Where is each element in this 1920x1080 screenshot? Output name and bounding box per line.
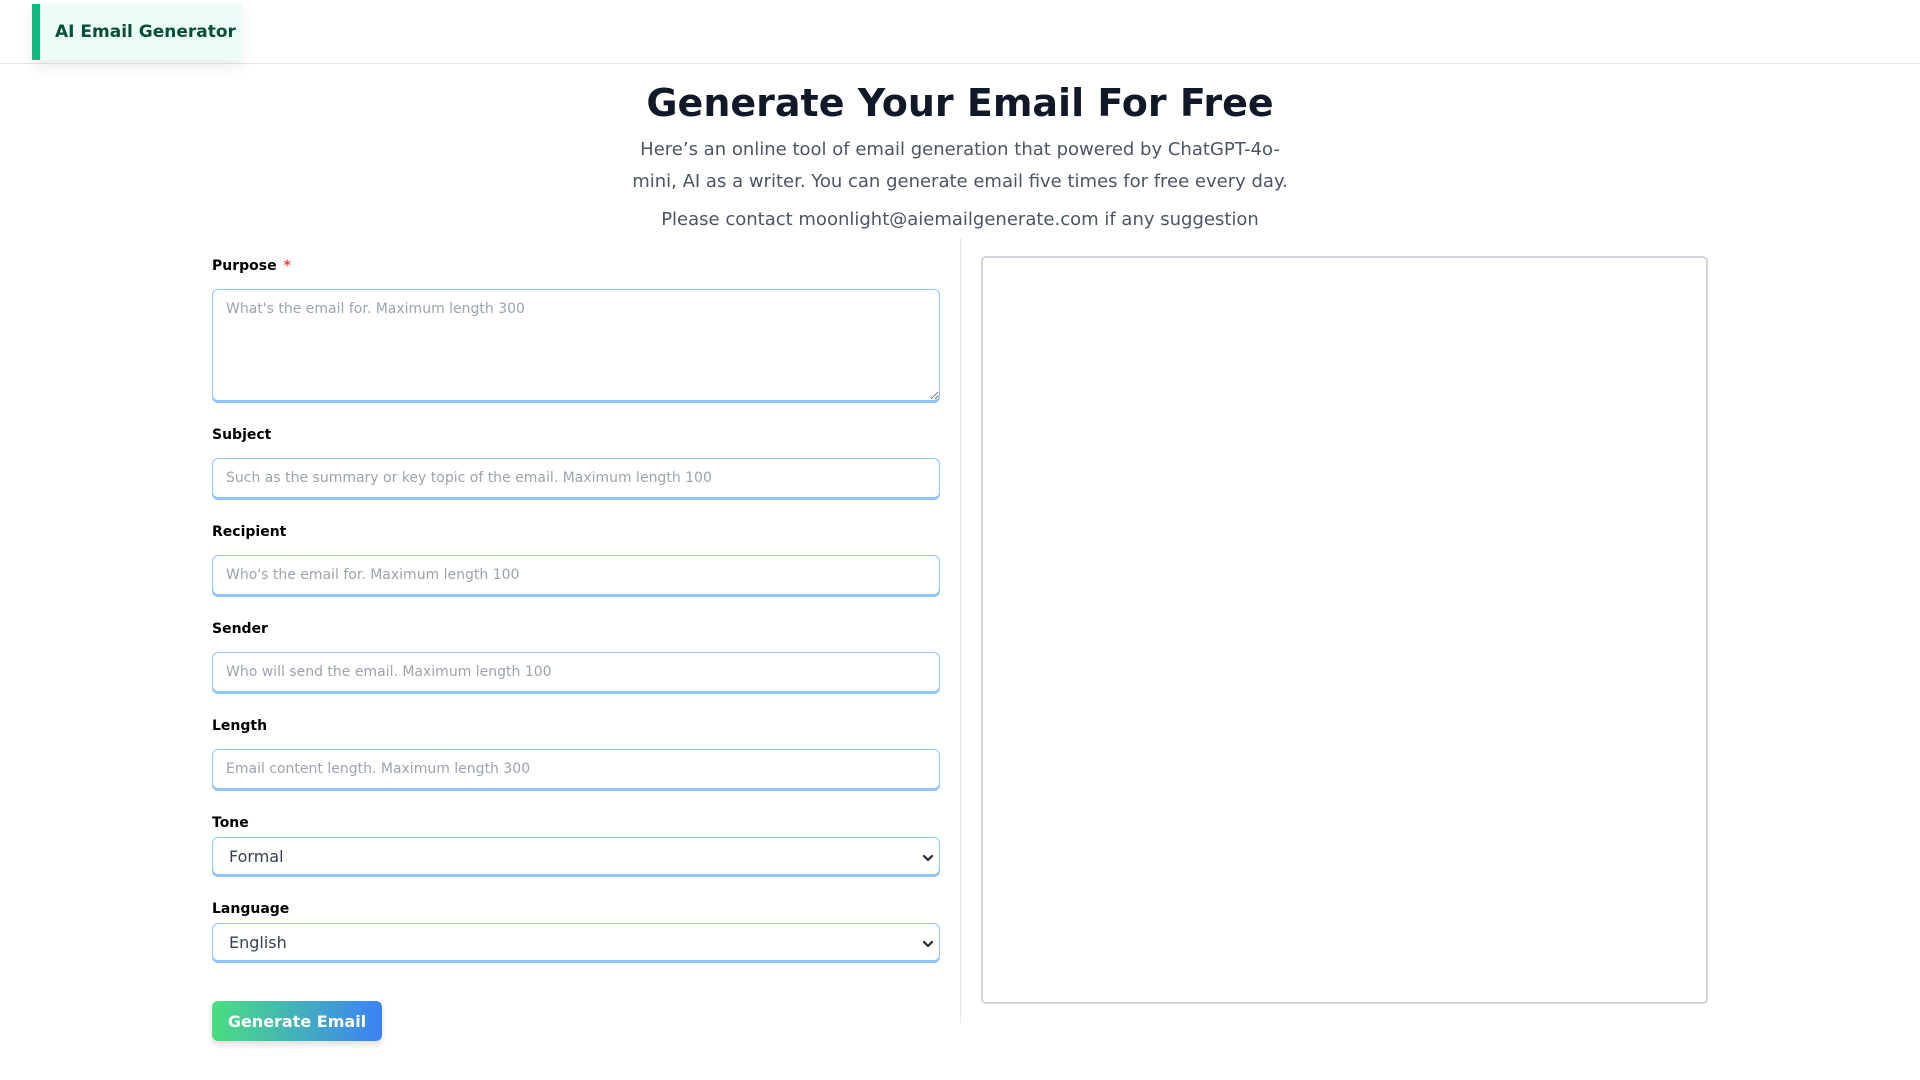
tone-label: Tone (212, 815, 249, 831)
email-form: Purpose * Subject Recipient Sender Lengt… (212, 256, 940, 1041)
language-label: Language (212, 901, 290, 917)
subject-group: Subject (212, 425, 940, 498)
hero-section: Generate Your Email For Free Here’s an o… (0, 78, 1920, 234)
page-title: Generate Your Email For Free (646, 81, 1274, 125)
recipient-label: Recipient (212, 524, 287, 540)
length-group: Length (212, 716, 940, 789)
tone-select[interactable]: Formal (212, 837, 940, 875)
sender-group: Sender (212, 619, 940, 692)
purpose-label-text: Purpose (212, 258, 277, 274)
sender-label: Sender (212, 621, 268, 637)
brand-logo-link[interactable]: AI Email Generator (32, 4, 242, 60)
language-select-wrapper: English (212, 923, 940, 961)
top-navbar: AI Email Generator (0, 0, 1920, 64)
required-marker: * (283, 258, 291, 274)
tone-select-wrapper: Formal (212, 837, 940, 875)
column-divider (960, 238, 961, 1023)
purpose-label: Purpose * (212, 256, 940, 276)
subject-label: Subject (212, 427, 272, 443)
length-label: Length (212, 718, 268, 734)
purpose-group: Purpose * (212, 256, 940, 401)
generate-email-button[interactable]: Generate Email (212, 1001, 382, 1041)
language-group: Language English (212, 899, 940, 961)
purpose-textarea[interactable] (212, 289, 940, 401)
generated-email-output[interactable] (981, 256, 1708, 1004)
recipient-group: Recipient (212, 522, 940, 595)
contact-text: Please contact moonlight@aiemailgenerate… (661, 209, 1259, 230)
recipient-input[interactable] (212, 555, 940, 595)
tone-group: Tone Formal (212, 813, 940, 875)
page-description: Here’s an online tool of email generatio… (632, 139, 1288, 192)
sender-input[interactable] (212, 652, 940, 692)
language-select[interactable]: English (212, 923, 940, 961)
subject-input[interactable] (212, 458, 940, 498)
length-input[interactable] (212, 749, 940, 789)
